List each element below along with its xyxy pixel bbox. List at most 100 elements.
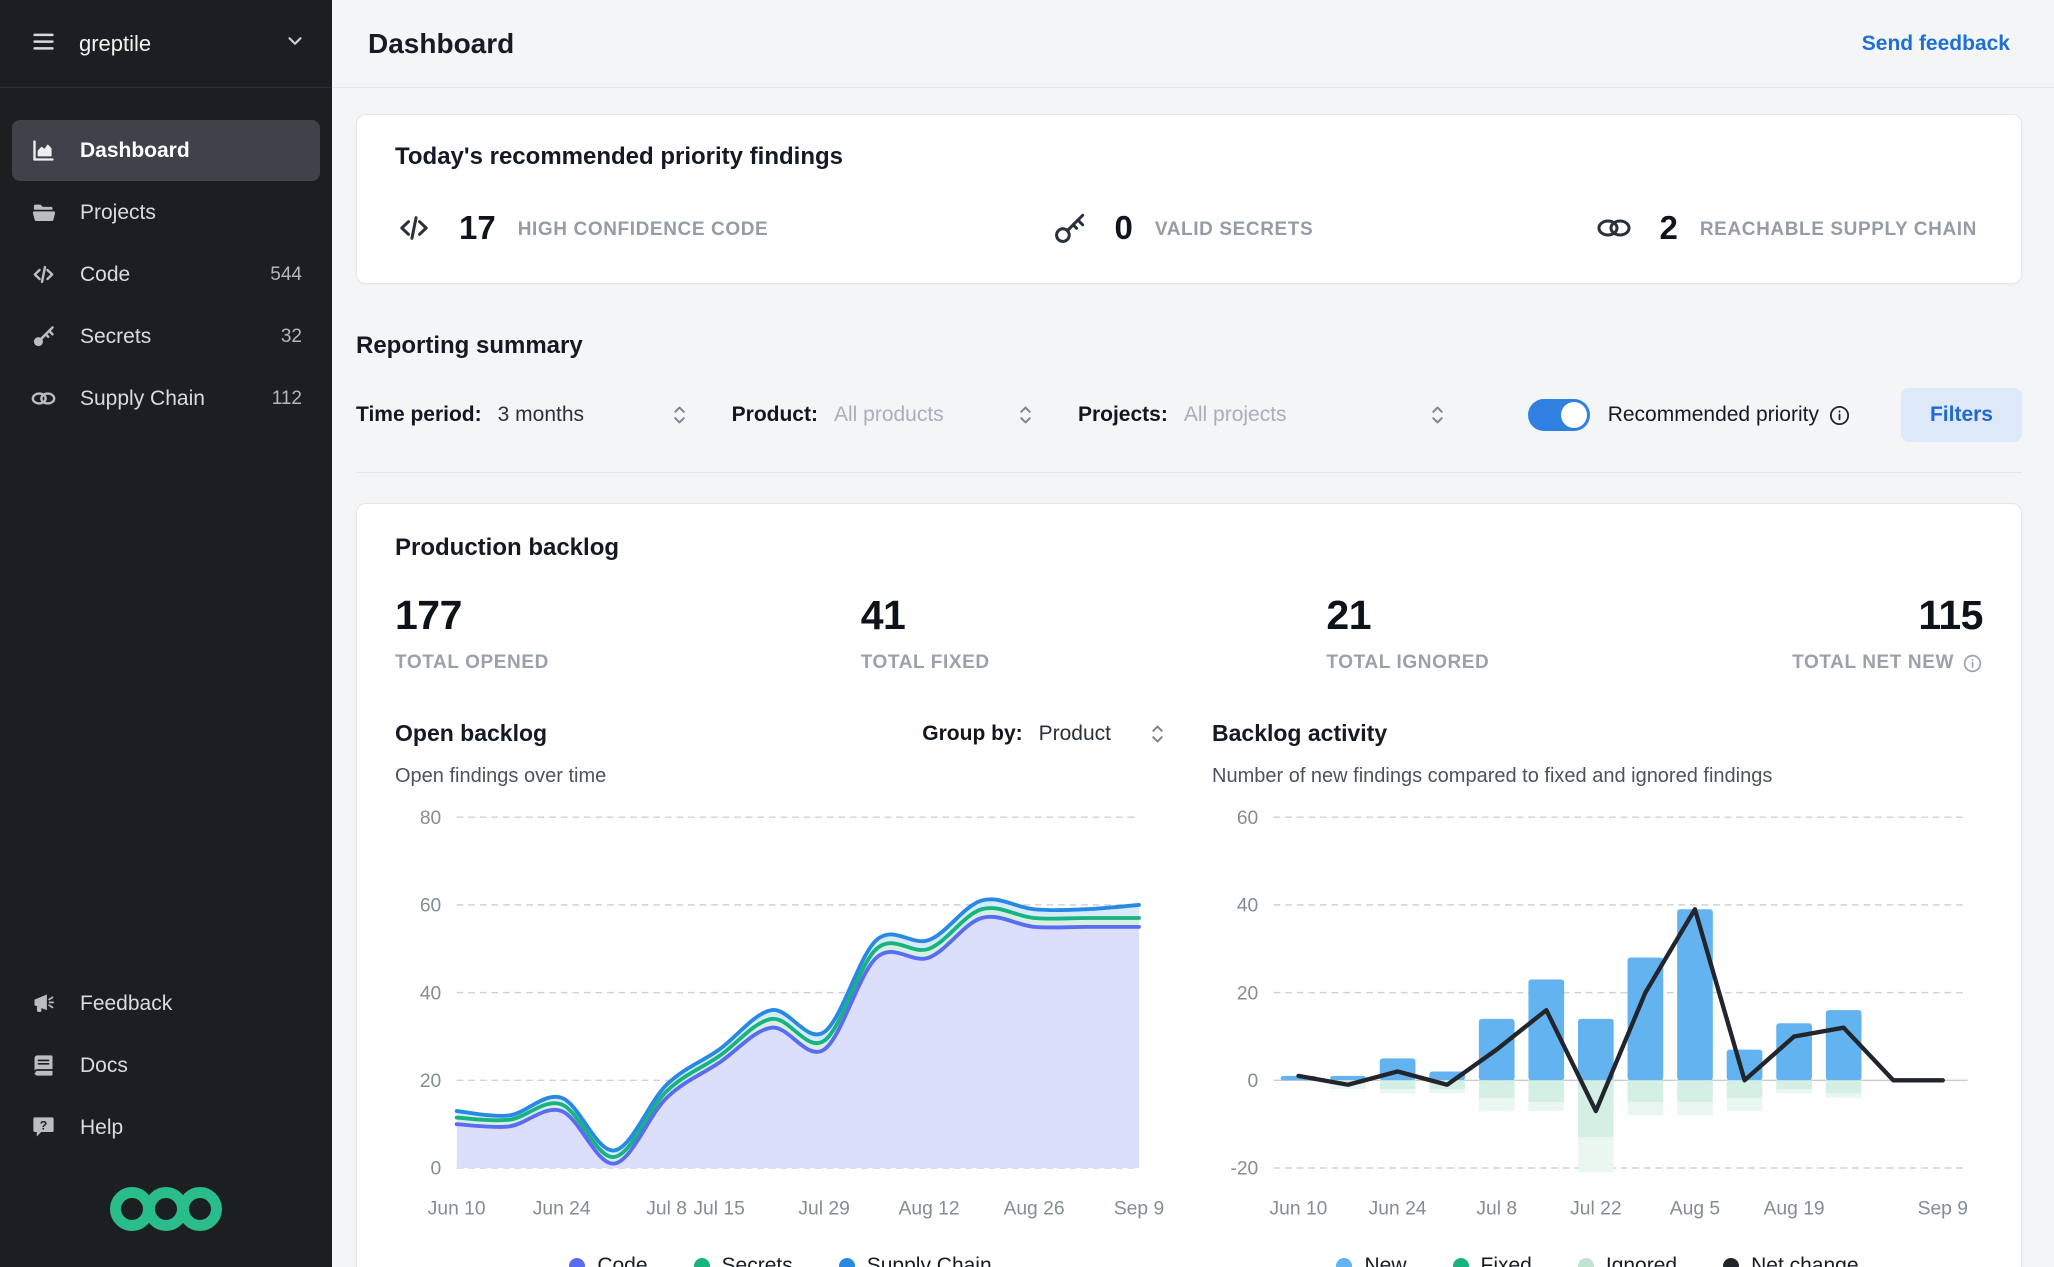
stat-label: TOTAL OPENED: [395, 652, 549, 673]
sidebar: greptile Dashboard Projects Code 544 Sec…: [0, 0, 332, 1267]
chevron-down-icon[interactable]: [284, 30, 306, 57]
sidebar-item-docs[interactable]: Docs: [12, 1035, 320, 1096]
svg-text:Jul 29: Jul 29: [798, 1198, 849, 1219]
backlog-activity-chart: -20 0 20 40 60 Jun 10 Jun 24 Jul 8 Jul 22 Aug 5 Au…: [1230, 808, 1968, 1219]
open-backlog-head: Open backlog Group by: Product: [395, 720, 1166, 747]
chevron-updown-icon: [1149, 721, 1166, 747]
group-by-label: Group by:: [922, 721, 1023, 745]
stat-total-fixed: 41 TOTAL FIXED: [861, 592, 1327, 674]
sidebar-item-label: Dashboard: [80, 138, 190, 162]
legend-dot: [1577, 1258, 1594, 1267]
stat-value: 2: [1659, 209, 1678, 246]
svg-text:Jul 15: Jul 15: [693, 1198, 744, 1219]
svg-text:80: 80: [420, 808, 441, 829]
stat-label: HIGH CONFIDENCE CODE: [517, 218, 769, 240]
workspace-name: greptile: [79, 30, 152, 56]
sidebar-item-help[interactable]: ? Help: [12, 1097, 320, 1158]
info-icon[interactable]: [1962, 653, 1983, 674]
reporting-summary-heading: Reporting summary: [356, 332, 583, 359]
svg-text:-20: -20: [1230, 1159, 1258, 1180]
sidebar-item-code[interactable]: Code 544: [12, 244, 320, 305]
legend-label: Ignored: [1605, 1254, 1678, 1267]
svg-text:Jun 10: Jun 10: [428, 1198, 486, 1219]
stat-value: 17: [459, 209, 496, 246]
legend-item: Ignored: [1577, 1254, 1678, 1267]
chain-icon: [30, 385, 57, 412]
stat-reachable-supply-chain[interactable]: 2 REACHABLE SUPPLY CHAIN: [1595, 209, 1977, 247]
open-backlog-chart: 0 20 40 60 80 Jun 10 Jun 24 Jul 8 Jul 15 Jul 29 Au…: [420, 808, 1164, 1219]
projects-select[interactable]: All projects: [1184, 402, 1446, 428]
page-title: Dashboard: [368, 27, 515, 59]
legend-item: Secrets: [693, 1254, 793, 1267]
filters-button[interactable]: Filters: [1900, 388, 2022, 442]
hamburger-menu-icon[interactable]: [30, 28, 57, 60]
stat-value: 21: [1326, 592, 1371, 638]
legend-dot: [1452, 1258, 1469, 1267]
stat-value: 115: [1918, 592, 1983, 638]
sidebar-item-label: Secrets: [80, 324, 152, 348]
svg-text:Aug 26: Aug 26: [1004, 1198, 1065, 1219]
legend-dot: [1723, 1258, 1740, 1267]
sidebar-item-count: 544: [270, 263, 302, 285]
info-icon[interactable]: [1828, 404, 1851, 427]
backlog-activity-legend: New Fixed Ignored Net change: [1212, 1254, 1983, 1267]
product-select[interactable]: All products: [834, 402, 1034, 428]
legend-item: Supply Chain: [838, 1254, 992, 1267]
group-by-control[interactable]: Group by: Product: [922, 721, 1166, 747]
help-icon: ?: [30, 1114, 57, 1141]
sidebar-item-secrets[interactable]: Secrets 32: [12, 306, 320, 367]
sidebar-item-projects[interactable]: Projects: [12, 182, 320, 243]
top-bar: Dashboard Send feedback: [332, 0, 2054, 88]
sidebar-item-supply-chain[interactable]: Supply Chain 112: [12, 368, 320, 429]
priority-card-title: Today's recommended priority findings: [395, 143, 843, 170]
legend-label: Fixed: [1480, 1254, 1532, 1267]
sidebar-item-dashboard[interactable]: Dashboard: [12, 120, 320, 181]
svg-text:Sep 9: Sep 9: [1114, 1198, 1164, 1219]
stat-label: VALID SECRETS: [1154, 218, 1314, 240]
sidebar-item-feedback[interactable]: Feedback: [12, 973, 320, 1034]
svg-text:Jun 24: Jun 24: [533, 1198, 591, 1219]
time-period-select[interactable]: 3 months: [498, 402, 688, 428]
svg-text:0: 0: [431, 1159, 442, 1180]
stat-total-ignored: 21 TOTAL IGNORED: [1326, 592, 1792, 674]
svg-text:20: 20: [1237, 983, 1258, 1004]
stat-label: TOTAL IGNORED: [1326, 652, 1490, 673]
main-area: Dashboard Send feedback Today's recommen…: [332, 0, 2054, 1267]
recommended-priority-toggle[interactable]: [1527, 399, 1590, 431]
priority-findings-card: Today's recommended priority findings 17…: [356, 114, 2022, 284]
backlog-stats-row: 177 TOTAL OPENED 41 TOTAL FIXED 21 TOTAL…: [395, 592, 1983, 674]
stat-total-opened: 177 TOTAL OPENED: [395, 592, 861, 674]
stat-valid-secrets[interactable]: 0 VALID SECRETS: [1051, 209, 1314, 247]
legend-label: Net change: [1751, 1254, 1859, 1267]
projects-filter: Projects: All projects: [1078, 402, 1446, 428]
svg-text:Aug 5: Aug 5: [1670, 1198, 1720, 1219]
svg-text:Sep 9: Sep 9: [1918, 1198, 1968, 1219]
sidebar-item-label: Code: [80, 262, 131, 286]
chevron-updown-icon: [1429, 402, 1446, 428]
legend-dot: [569, 1258, 586, 1267]
backlog-activity-head: Backlog activity: [1212, 720, 1983, 747]
stat-high-confidence-code[interactable]: 17 HIGH CONFIDENCE CODE: [395, 209, 768, 247]
recommended-priority-label: Recommended priority: [1607, 403, 1819, 426]
stat-value: 177: [395, 592, 462, 638]
legend-dot: [693, 1258, 710, 1267]
app-window: greptile Dashboard Projects Code 544 Sec…: [0, 0, 2054, 1267]
stat-label: TOTAL NET NEW: [1792, 652, 1983, 674]
sidebar-item-label: Projects: [80, 200, 156, 224]
legend-item: Code: [569, 1254, 648, 1267]
recommended-priority-group: Recommended priority Filters: [1527, 388, 2022, 442]
chain-icon: [1595, 209, 1633, 247]
chevron-updown-icon: [671, 402, 688, 428]
open-backlog-panel: Open backlog Group by: Product Open find…: [395, 720, 1166, 1267]
stat-label: TOTAL FIXED: [860, 652, 990, 673]
legend-label: Supply Chain: [866, 1254, 992, 1267]
product-label: Product:: [731, 403, 818, 426]
svg-text:Aug 12: Aug 12: [899, 1198, 960, 1219]
sidebar-item-label: Docs: [80, 1053, 128, 1077]
svg-text:Jul 22: Jul 22: [1570, 1198, 1621, 1219]
workspace-header[interactable]: greptile: [0, 0, 332, 88]
sidebar-nav: Dashboard Projects Code 544 Secrets 32 S…: [0, 88, 332, 429]
send-feedback-link[interactable]: Send feedback: [1862, 32, 2010, 56]
product-value: All products: [833, 403, 944, 426]
svg-text:60: 60: [420, 896, 441, 917]
